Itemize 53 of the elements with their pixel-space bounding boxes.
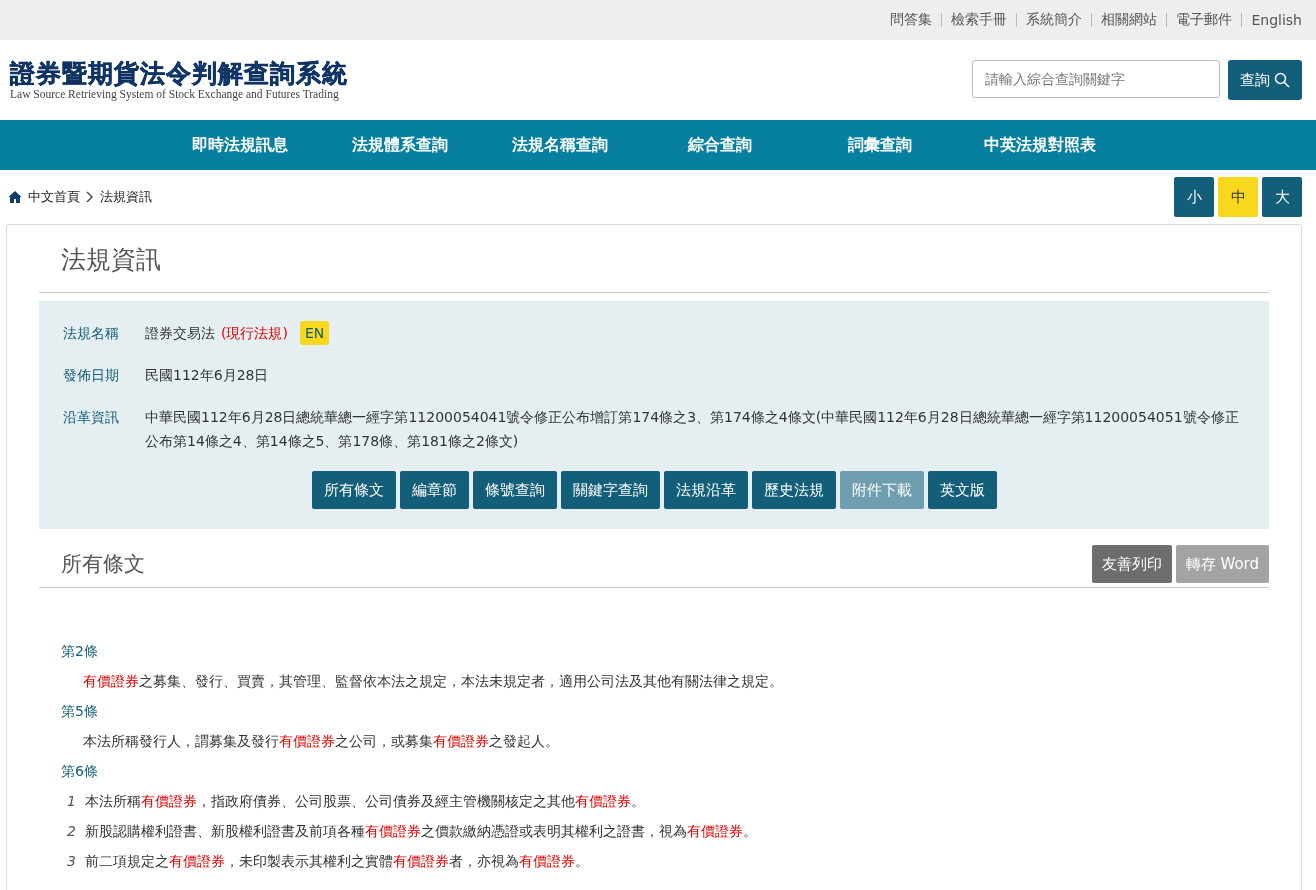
- tab-button[interactable]: 法規沿革: [663, 471, 748, 509]
- tab-button[interactable]: 編章節: [399, 471, 469, 509]
- search-button[interactable]: 查詢: [1228, 60, 1302, 100]
- action-button[interactable]: 友善列印: [1091, 545, 1172, 583]
- article-paragraph: 新股認購權利證書、新股權利證書及前項各種有價證券之價款繳納憑證或表明其權利之證書，視為有價證券。: [85, 822, 757, 841]
- font-size-button[interactable]: 小: [1174, 177, 1214, 217]
- font-size-button[interactable]: 中: [1218, 177, 1258, 217]
- search-field[interactable]: 請輸入綜合查詢關鍵字: [972, 60, 1220, 98]
- top-link[interactable]: 檢索手冊: [951, 11, 1008, 29]
- nav-item[interactable]: 法規體系查詢: [320, 120, 480, 170]
- nav-item[interactable]: 中英法規對照表: [960, 120, 1120, 170]
- article-title[interactable]: 第5條: [61, 696, 1269, 726]
- info-value: 中華民國112年6月28日總統華總一經字第11200054041號令修正公布增訂第174條之3、第174條之4條文(中華民國112年6月28日總統華總一經字第11200054051號令修正公布第14條之4、第14條之5、第178條、第181條之2條文): [145, 408, 1240, 451]
- breadcrumb-link[interactable]: 法規資訊: [100, 188, 152, 206]
- page-title: 法規資訊: [39, 225, 1269, 293]
- article-paragraph: 前二項規定之有價證券，未印製表示其權利之實體有價證券者，亦視為有價證券。: [85, 852, 589, 871]
- info-value: 民國112年6月28日: [145, 366, 269, 385]
- status-text: (現行法規): [221, 324, 288, 343]
- logo-title[interactable]: 證券暨期貨法令判解查詢系統: [10, 60, 348, 88]
- tab-button[interactable]: 英文版: [927, 471, 997, 509]
- tab-button[interactable]: 歷史法規: [751, 471, 836, 509]
- paragraph-number: 3: [67, 852, 77, 871]
- top-link[interactable]: 系統簡介: [1026, 11, 1083, 29]
- info-label: 發佈日期: [63, 366, 120, 385]
- info-value: 證券交易法: [145, 324, 215, 343]
- nav-item[interactable]: 法規名稱查詢: [480, 120, 640, 170]
- top-link[interactable]: English: [1251, 12, 1302, 28]
- info-label: 法規名稱: [63, 324, 120, 343]
- home-icon[interactable]: [8, 190, 22, 204]
- article-paragraph: 本法所稱發行人，謂募集及發行有價證券之公司，或募集有價證券之發起人。: [83, 732, 559, 751]
- paragraph-number: 1: [67, 792, 77, 811]
- chevron-icon: [86, 191, 94, 203]
- top-link[interactable]: 相關網站: [1101, 11, 1158, 29]
- section-title: 所有條文: [61, 551, 145, 578]
- article-paragraph: 有價證券之募集、發行、買賣，其管理、監督依本法之規定，本法未規定者，適用公司法及其他有關法律之規定。: [83, 672, 783, 691]
- info-label: 沿革資訊: [63, 408, 120, 427]
- article-title[interactable]: 第2條: [61, 636, 1269, 666]
- article-title[interactable]: 第6條: [61, 756, 1269, 786]
- article-paragraph: 本法所稱有價證券，指政府債券、公司股票、公司債券及經主管機關核定之其他有價證券。: [85, 792, 645, 811]
- logo-subtitle: Law Source Retrieving System of Stock Exchange and Futures Trading: [10, 87, 340, 100]
- top-link[interactable]: 電子郵件: [1176, 11, 1233, 29]
- tab-button[interactable]: 所有條文: [311, 471, 396, 509]
- top-link[interactable]: 問答集: [890, 11, 933, 29]
- tab-button[interactable]: 關鍵字查詢: [560, 471, 660, 509]
- nav-item[interactable]: 即時法規訊息: [160, 120, 320, 170]
- paragraph-number: 2: [67, 822, 77, 841]
- language-badge[interactable]: EN: [299, 321, 330, 345]
- font-size-button[interactable]: 大: [1262, 177, 1302, 217]
- nav-item[interactable]: 綜合查詢: [640, 120, 800, 170]
- nav-item[interactable]: 詞彙查詢: [800, 120, 960, 170]
- search-icon: [1274, 72, 1290, 88]
- breadcrumb-link[interactable]: 中文首頁: [28, 188, 80, 206]
- tab-button[interactable]: 條號查詢: [472, 471, 557, 509]
